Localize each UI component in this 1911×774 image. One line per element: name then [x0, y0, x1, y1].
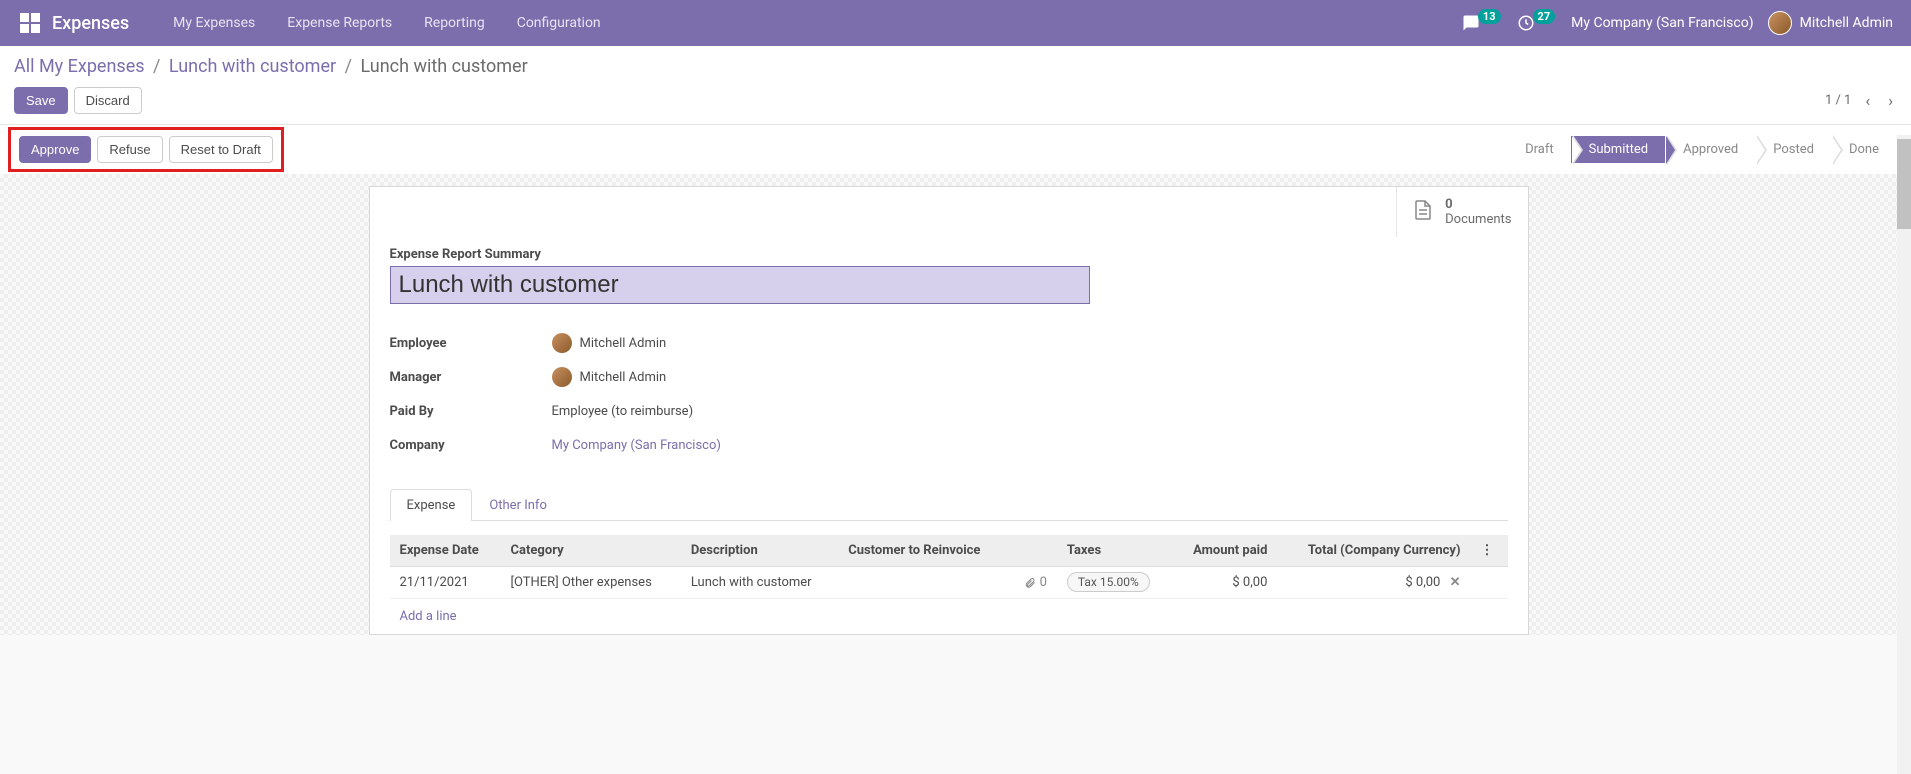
- col-options[interactable]: ⋮: [1471, 535, 1508, 567]
- col-category[interactable]: Category: [501, 535, 681, 567]
- status-submitted[interactable]: Submitted: [1571, 136, 1666, 163]
- col-description[interactable]: Description: [681, 535, 838, 567]
- status-bar: Approve Refuse Reset to Draft Draft Subm…: [0, 124, 1911, 174]
- document-icon: [1411, 198, 1435, 226]
- manager-field[interactable]: Mitchell Admin: [552, 367, 667, 387]
- cell-description[interactable]: Lunch with customer: [681, 567, 838, 599]
- col-taxes[interactable]: Taxes: [1057, 535, 1172, 567]
- cell-amount[interactable]: $ 0,00: [1172, 567, 1278, 599]
- activities-count: 27: [1533, 9, 1556, 24]
- summary-input[interactable]: [390, 266, 1090, 304]
- user-name: Mitchell Admin: [1800, 15, 1893, 31]
- company-switcher[interactable]: My Company (San Francisco): [1571, 15, 1753, 31]
- pager-text: 1 / 1: [1825, 93, 1851, 108]
- col-total[interactable]: Total (Company Currency): [1277, 535, 1470, 567]
- breadcrumb: All My Expenses / Lunch with customer / …: [0, 46, 1911, 81]
- navbar: Expenses My Expenses Expense Reports Rep…: [0, 0, 1911, 46]
- pager-next[interactable]: ›: [1884, 91, 1897, 110]
- delete-row-icon[interactable]: ✕: [1444, 575, 1461, 590]
- tab-expense[interactable]: Expense: [390, 489, 473, 521]
- paidby-value: Employee (to reimburse): [552, 404, 694, 419]
- tabs: Expense Other Info: [390, 488, 1508, 521]
- scrollbar[interactable]: [1897, 135, 1911, 774]
- paperclip-icon: [1024, 577, 1036, 589]
- documents-button[interactable]: 0 Documents: [1396, 187, 1527, 237]
- avatar: [1768, 11, 1792, 35]
- nav-reporting[interactable]: Reporting: [408, 15, 501, 31]
- cell-total: $ 0,00: [1405, 575, 1440, 590]
- employee-value: Mitchell Admin: [580, 336, 667, 351]
- col-amount[interactable]: Amount paid: [1172, 535, 1278, 567]
- breadcrumb-root[interactable]: All My Expenses: [14, 56, 145, 77]
- expense-lines-table: Expense Date Category Description Custom…: [390, 535, 1508, 599]
- user-menu[interactable]: Mitchell Admin: [1768, 11, 1893, 35]
- avatar: [552, 333, 572, 353]
- nav-my-expenses[interactable]: My Expenses: [157, 15, 271, 31]
- activities-indicator[interactable]: 27: [1517, 14, 1558, 32]
- summary-label: Expense Report Summary: [390, 247, 1508, 262]
- pager-prev[interactable]: ‹: [1861, 91, 1874, 110]
- nav-expense-reports[interactable]: Expense Reports: [271, 15, 408, 31]
- documents-count: 0: [1445, 197, 1511, 212]
- pager: 1 / 1 ‹ ›: [1825, 91, 1897, 110]
- paidby-label: Paid By: [390, 404, 552, 419]
- col-expense-date[interactable]: Expense Date: [390, 535, 501, 567]
- apps-icon[interactable]: [18, 11, 42, 35]
- paidby-field[interactable]: Employee (to reimburse): [552, 404, 694, 419]
- approve-button[interactable]: Approve: [19, 136, 91, 163]
- cell-customer[interactable]: [838, 567, 1008, 599]
- messages-indicator[interactable]: 13: [1462, 14, 1503, 32]
- nav-configuration[interactable]: Configuration: [501, 15, 617, 31]
- cell-category[interactable]: [OTHER] Other expenses: [501, 567, 681, 599]
- add-line-button[interactable]: Add a line: [390, 599, 1508, 634]
- refuse-button[interactable]: Refuse: [97, 136, 162, 163]
- table-row[interactable]: 21/11/2021 [OTHER] Other expenses Lunch …: [390, 567, 1508, 599]
- col-attachments: [1008, 535, 1056, 567]
- save-button[interactable]: Save: [14, 87, 68, 114]
- reset-to-draft-button[interactable]: Reset to Draft: [169, 136, 273, 163]
- tax-chip[interactable]: Tax 15.00%: [1067, 572, 1150, 592]
- employee-field[interactable]: Mitchell Admin: [552, 333, 667, 353]
- status-draft[interactable]: Draft: [1507, 136, 1572, 163]
- company-label: Company: [390, 438, 552, 453]
- company-field[interactable]: My Company (San Francisco): [552, 438, 721, 453]
- clock-icon: [1517, 14, 1535, 32]
- documents-label: Documents: [1445, 212, 1511, 227]
- status-approved[interactable]: Approved: [1665, 136, 1756, 163]
- manager-label: Manager: [390, 370, 552, 385]
- company-value: My Company (San Francisco): [552, 438, 721, 453]
- avatar: [552, 367, 572, 387]
- highlighted-action-group: Approve Refuse Reset to Draft: [8, 127, 284, 172]
- discard-button[interactable]: Discard: [74, 87, 142, 114]
- breadcrumb-current: Lunch with customer: [360, 56, 527, 77]
- col-customer[interactable]: Customer to Reinvoice: [838, 535, 1008, 567]
- status-steps: Draft Submitted Approved Posted Done: [1508, 136, 1897, 163]
- cell-date[interactable]: 21/11/2021: [390, 567, 501, 599]
- form-sheet: 0 Documents Expense Report Summary Emplo…: [369, 186, 1529, 635]
- content-area: 0 Documents Expense Report Summary Emplo…: [0, 174, 1897, 635]
- tab-other-info[interactable]: Other Info: [472, 489, 564, 521]
- messages-count: 13: [1478, 9, 1501, 24]
- app-title[interactable]: Expenses: [52, 13, 129, 34]
- employee-label: Employee: [390, 336, 552, 351]
- manager-value: Mitchell Admin: [580, 370, 667, 385]
- control-row: Save Discard 1 / 1 ‹ ›: [0, 81, 1911, 124]
- breadcrumb-mid[interactable]: Lunch with customer: [169, 56, 336, 77]
- cell-attach-count[interactable]: 0: [1040, 575, 1047, 590]
